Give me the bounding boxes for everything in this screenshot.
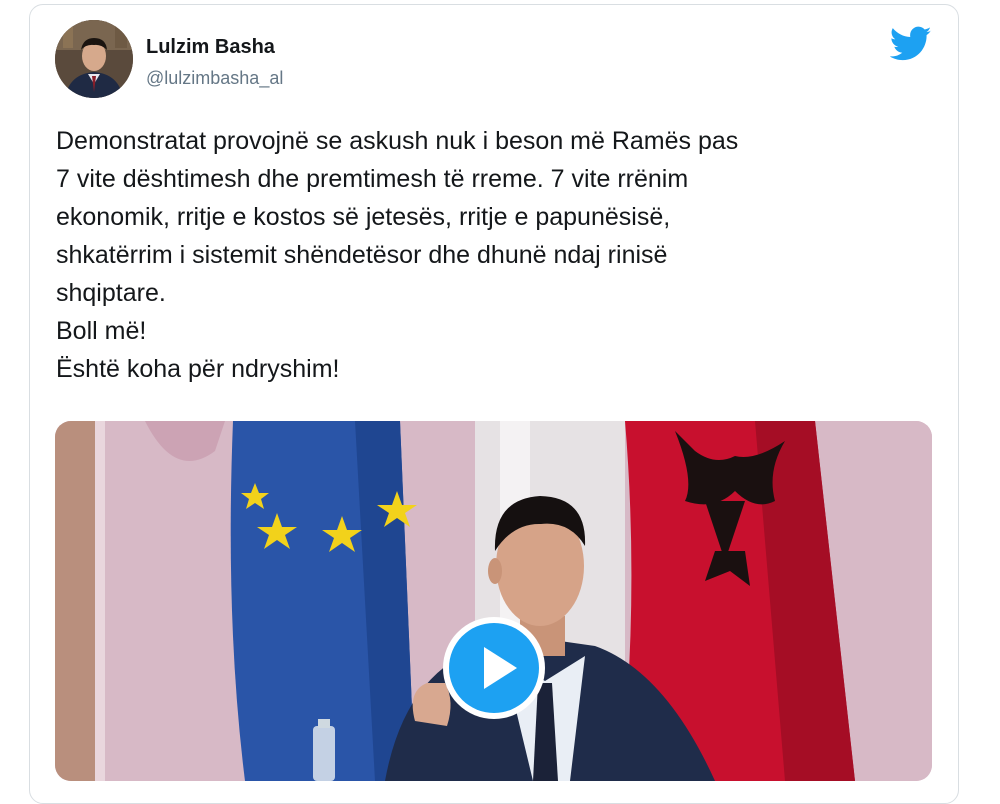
avatar-image	[55, 20, 133, 98]
author-name[interactable]: Lulzim Basha	[146, 36, 275, 59]
tweet-line: Demonstratat provojnë se askush nuk i be…	[56, 127, 739, 155]
avatar[interactable]	[55, 20, 133, 98]
author-handle[interactable]: @lulzimbasha_al	[146, 68, 283, 89]
tweet-line: Boll më!	[56, 317, 147, 345]
tweet-line: 7 vite dështimesh dhe premtimesh të rrem…	[56, 165, 689, 193]
tweet-line: Është koha për ndryshim!	[56, 355, 340, 383]
tweet-line: shqiptare.	[56, 279, 166, 307]
tweet-text: Demonstratat provojnë se askush nuk i be…	[56, 122, 936, 388]
twitter-bird-icon[interactable]	[890, 26, 932, 62]
video-frame	[55, 421, 932, 781]
tweet-line: shkatërrim i sistemit shëndetësor dhe dh…	[56, 241, 668, 269]
video-thumbnail[interactable]	[55, 421, 932, 781]
tweet-line: ekonomik, rritje e kostos së jetesës, rr…	[56, 203, 671, 231]
play-icon[interactable]	[441, 615, 547, 721]
